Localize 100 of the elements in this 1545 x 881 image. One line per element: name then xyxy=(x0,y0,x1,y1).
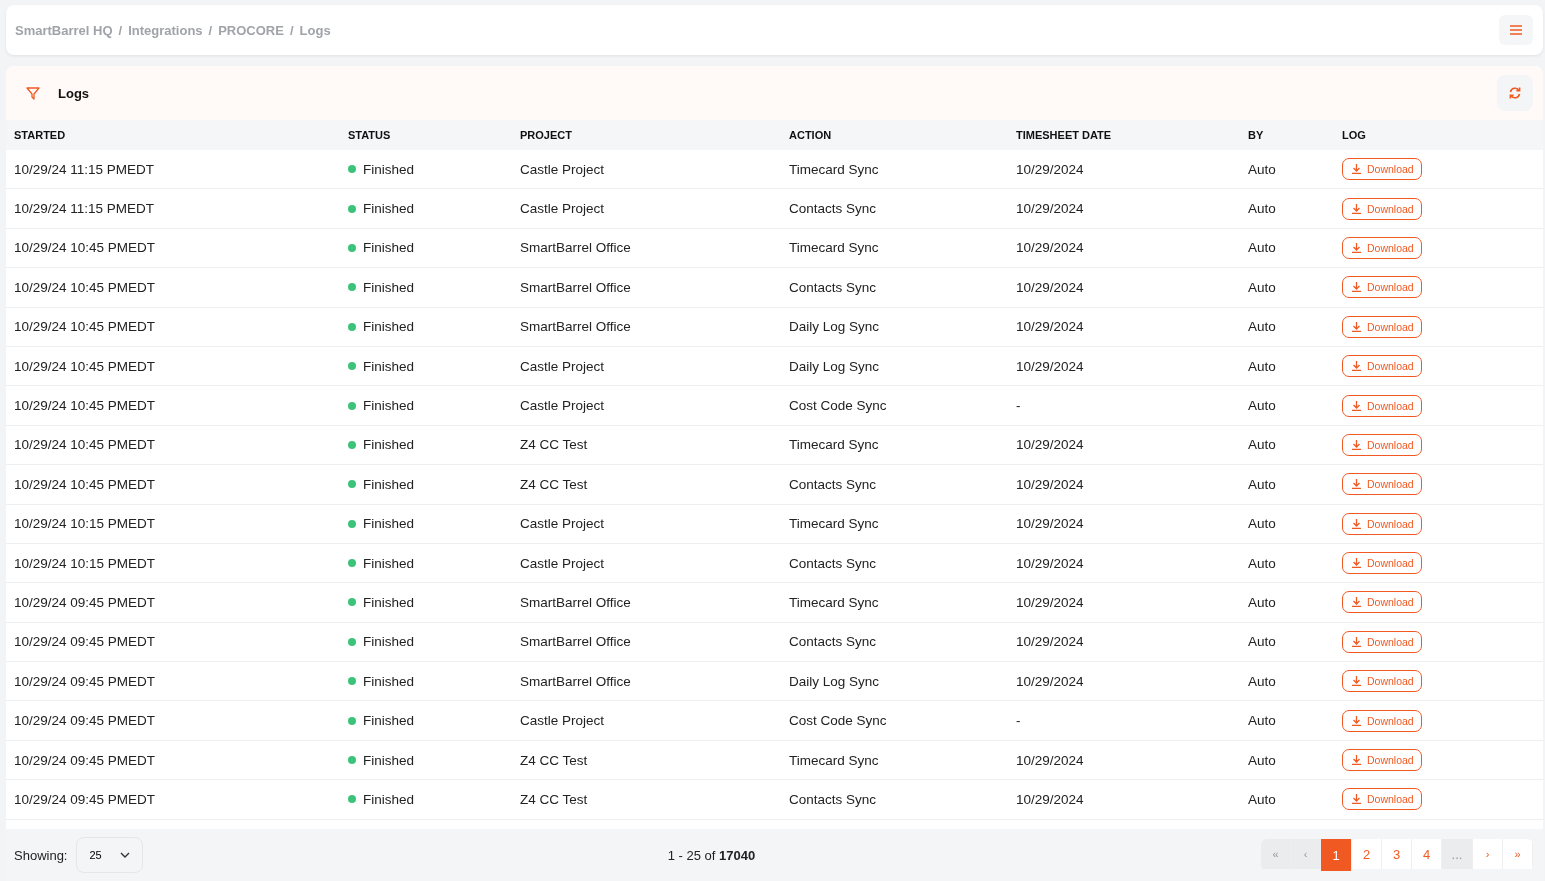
pagination-button[interactable]: 1 xyxy=(1321,839,1352,871)
table-cell-text: Cost Code Sync xyxy=(789,398,888,414)
panel-title: Logs xyxy=(58,85,90,101)
table-cell-text: Timecard Sync xyxy=(789,437,880,453)
status-text: Finished xyxy=(363,752,415,768)
download-button[interactable]: Download xyxy=(1342,394,1422,417)
column-header: LOG xyxy=(1342,129,1367,141)
table-cell-text: Z4 CC Test xyxy=(520,476,589,492)
results-range: 1 - 25 of 17040 xyxy=(667,847,757,863)
download-button[interactable]: Download xyxy=(1342,276,1422,299)
table-cell-text: 10/29/24 10:45 PMEDT xyxy=(14,437,157,453)
status-text: Finished xyxy=(363,595,415,610)
column-header: TIMESHEET DATE xyxy=(1016,129,1113,141)
download-icon xyxy=(1352,755,1361,766)
column-header: BY xyxy=(1248,129,1265,141)
download-icon xyxy=(1352,439,1361,450)
status-text: Finished xyxy=(363,201,415,217)
download-button[interactable]: Download xyxy=(1342,552,1422,575)
table-cell-text: Contacts Sync xyxy=(789,791,878,807)
download-button[interactable]: Download xyxy=(1342,158,1422,181)
table-cell-text: Auto xyxy=(1248,240,1277,256)
download-icon xyxy=(1352,242,1361,253)
download-button[interactable]: Download xyxy=(1342,197,1422,220)
table-cell-text: 10/29/2024 xyxy=(1016,555,1085,571)
table-cell-text: 10/29/2024 xyxy=(1016,279,1085,295)
download-icon xyxy=(1352,794,1361,805)
download-icon xyxy=(1352,479,1361,490)
table-cell-text: 10/29/2024 xyxy=(1016,595,1085,610)
filter-icon[interactable] xyxy=(26,86,40,100)
table-cell-text: Contacts Sync xyxy=(789,476,878,492)
showing-label: Showing: xyxy=(14,847,68,863)
download-button[interactable]: Download xyxy=(1342,512,1422,535)
download-button[interactable]: Download xyxy=(1342,315,1422,338)
download-icon xyxy=(1352,321,1361,332)
breadcrumb-separator: / xyxy=(208,22,213,38)
table-cell-text: 10/29/2024 xyxy=(1016,240,1085,256)
table-cell-text: 10/29/24 10:45 PMEDT xyxy=(14,240,157,256)
table-cell-text: Timecard Sync xyxy=(789,161,880,177)
table-cell-text: - xyxy=(1016,713,1022,729)
table-cell-text: Auto xyxy=(1248,201,1277,217)
download-icon xyxy=(1352,597,1361,608)
table-cell-text: 10/29/2024 xyxy=(1016,437,1085,453)
menu-button[interactable] xyxy=(1499,15,1533,45)
breadcrumb-separator: / xyxy=(289,22,294,38)
pagination-button[interactable]: 2 xyxy=(1352,839,1382,869)
download-button[interactable]: Download xyxy=(1342,236,1422,259)
status-text: Finished xyxy=(363,161,415,177)
breadcrumb-link[interactable]: Integrations xyxy=(128,22,203,38)
download-button[interactable]: Download xyxy=(1342,355,1422,378)
column-header: PROJECT xyxy=(520,129,573,141)
breadcrumb-link[interactable]: SmartBarrel HQ xyxy=(15,22,113,38)
table-cell-text: Auto xyxy=(1248,634,1277,650)
pagination-button[interactable]: 3 xyxy=(1382,839,1412,869)
download-button[interactable]: Download xyxy=(1342,749,1422,772)
download-button[interactable]: Download xyxy=(1342,670,1422,693)
status-text: Finished xyxy=(363,240,415,256)
status-text: Finished xyxy=(363,358,415,374)
table-cell-text: 10/29/24 09:45 PMEDT xyxy=(14,752,157,768)
page-size-select[interactable]: 25 xyxy=(76,837,143,873)
breadcrumb-link[interactable]: Logs xyxy=(299,22,331,38)
table-cell-text: 10/29/2024 xyxy=(1016,319,1085,335)
table-cell-text: Auto xyxy=(1248,673,1277,689)
download-button[interactable]: Download xyxy=(1342,473,1422,496)
breadcrumb-link[interactable]: PROCORE xyxy=(218,22,284,38)
refresh-icon xyxy=(1508,86,1522,100)
pagination-button[interactable]: › xyxy=(1473,839,1503,869)
download-button[interactable]: Download xyxy=(1342,630,1422,653)
table-cell-text: Timecard Sync xyxy=(789,595,880,610)
table-cell-text: 10/29/2024 xyxy=(1016,358,1085,374)
download-button[interactable]: Download xyxy=(1342,709,1422,732)
column-header: STATUS xyxy=(348,129,392,141)
download-button[interactable]: Download xyxy=(1342,591,1422,614)
table-cell-text: 10/29/24 11:15 PMEDT xyxy=(14,161,156,177)
table-cell-text: Timecard Sync xyxy=(789,752,880,768)
download-icon xyxy=(1352,400,1361,411)
download-icon xyxy=(1352,676,1361,687)
table-cell-text: 10/29/2024 xyxy=(1016,476,1085,492)
download-icon xyxy=(1352,518,1361,529)
table-cell-text: Daily Log Sync xyxy=(789,319,881,335)
table-cell-text: Auto xyxy=(1248,161,1277,177)
table-cell-text: 10/29/2024 xyxy=(1016,161,1085,177)
table-cell-text: Auto xyxy=(1248,437,1277,453)
table-cell-text: Timecard Sync xyxy=(789,240,880,256)
table-cell-text: Auto xyxy=(1248,791,1277,807)
table-cell-text: Castle Project xyxy=(520,201,606,217)
table-cell-text: 10/29/2024 xyxy=(1016,791,1085,807)
pagination-button[interactable]: 4 xyxy=(1412,839,1442,869)
table-cell-text: Castle Project xyxy=(520,516,606,532)
table-cell-text: Auto xyxy=(1248,713,1277,729)
breadcrumb-separator: / xyxy=(118,22,123,38)
table-cell-text: Castle Project xyxy=(520,161,606,177)
download-button[interactable]: Download xyxy=(1342,433,1422,456)
refresh-button[interactable] xyxy=(1497,75,1533,111)
download-icon xyxy=(1352,361,1361,372)
table-cell-text: 10/29/24 09:45 PMEDT xyxy=(14,713,157,729)
download-button[interactable]: Download xyxy=(1342,788,1422,811)
pagination-button[interactable]: » xyxy=(1503,839,1533,869)
table-cell-text: Auto xyxy=(1248,319,1277,335)
download-icon xyxy=(1352,282,1361,293)
table-cell-text: Auto xyxy=(1248,476,1277,492)
